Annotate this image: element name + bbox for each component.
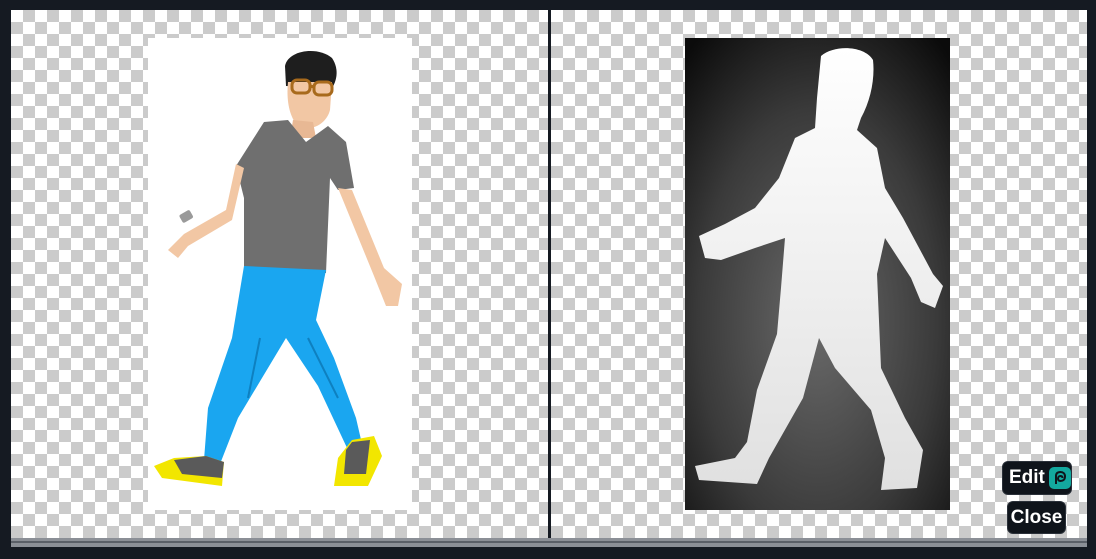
left-image-panel (11, 10, 548, 538)
right-image-panel (551, 10, 1087, 538)
photopea-icon (1048, 467, 1071, 489)
edit-label: Edit (1009, 467, 1045, 488)
timeline-track (11, 541, 1087, 543)
close-button[interactable]: Close (1007, 501, 1066, 534)
timeline-bar[interactable] (11, 538, 1087, 547)
close-label: Close (1010, 506, 1063, 528)
image-comparison-viewer: Edit Close (0, 0, 1096, 559)
edit-button[interactable]: Edit (1002, 461, 1072, 495)
depth-map-illustration (685, 38, 950, 510)
walking-man-illustration (154, 51, 402, 486)
depth-map-image (685, 38, 950, 510)
rgb-image (148, 38, 412, 510)
